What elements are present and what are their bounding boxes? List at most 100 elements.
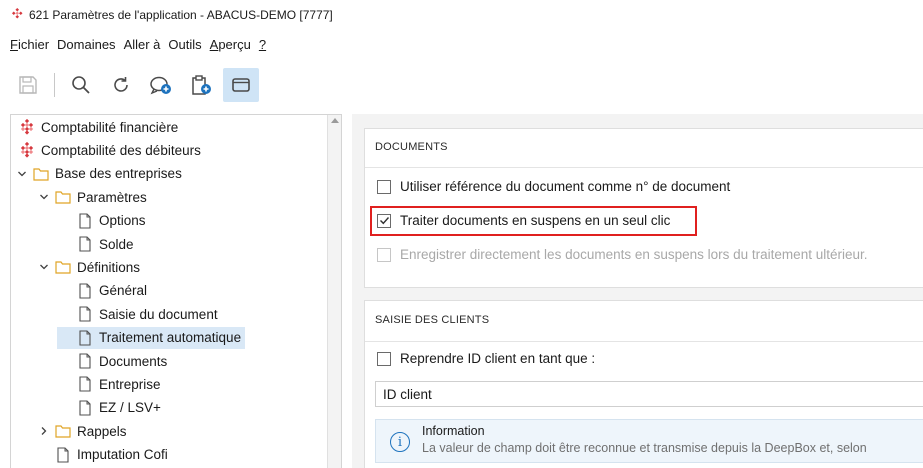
tree-item[interactable]: Solde bbox=[59, 233, 134, 255]
tree-item-label: Traitement automatique bbox=[99, 330, 242, 346]
menu-outils[interactable]: Outils bbox=[168, 37, 201, 52]
tree-item-label: Base des entreprises bbox=[55, 166, 182, 182]
folder-icon bbox=[33, 166, 49, 182]
save-button[interactable] bbox=[10, 68, 46, 102]
menu-help[interactable]: ? bbox=[259, 37, 266, 52]
window-button[interactable] bbox=[223, 68, 259, 102]
tree-item[interactable]: Comptabilité financière bbox=[15, 116, 178, 138]
option-label: Reprendre ID client en tant que : bbox=[400, 351, 596, 366]
tree-item-label: Imputation Cofi bbox=[77, 447, 168, 463]
chevron-down-icon[interactable] bbox=[37, 192, 51, 202]
document-icon bbox=[77, 376, 93, 392]
tree-item[interactable]: Saisie du document bbox=[59, 303, 218, 325]
tree-item[interactable]: Général bbox=[59, 280, 147, 302]
panel-divider bbox=[365, 341, 923, 342]
document-icon bbox=[77, 330, 93, 346]
abacus-diamond-icon bbox=[19, 119, 35, 135]
option-label: Utiliser référence du document comme n° … bbox=[400, 179, 731, 194]
document-icon bbox=[77, 353, 93, 369]
tree-item-label: Documents bbox=[99, 353, 168, 369]
option-take-client-id[interactable]: Reprendre ID client en tant que : bbox=[377, 351, 595, 366]
chevron-right-icon[interactable] bbox=[37, 426, 51, 436]
menu-apercu[interactable]: Aperçu bbox=[210, 37, 251, 52]
add-comment-button[interactable] bbox=[143, 68, 179, 102]
abacus-diamond-icon bbox=[11, 8, 23, 19]
tree-item[interactable]: Entreprise bbox=[59, 373, 161, 395]
tree-item-label: Saisie du document bbox=[99, 306, 218, 322]
checkbox-checked[interactable] bbox=[377, 213, 391, 228]
checkbox[interactable] bbox=[377, 351, 391, 366]
navigation-tree: Comptabilité financière Comptabilité des … bbox=[10, 114, 342, 468]
client-entry-panel-title: SAISIE DES CLIENTS bbox=[375, 314, 490, 326]
document-icon bbox=[77, 306, 93, 322]
add-clipboard-button[interactable] bbox=[183, 68, 219, 102]
option-label: Enregistrer directement les documents en… bbox=[400, 247, 868, 262]
client-id-field[interactable]: ID client bbox=[375, 381, 923, 407]
checkmark-icon bbox=[379, 217, 389, 225]
tree-item[interactable]: Base des entreprises bbox=[15, 163, 182, 185]
document-icon bbox=[77, 283, 93, 299]
tree-item-label: Rappels bbox=[77, 423, 127, 439]
menu-domaines[interactable]: Domaines bbox=[57, 37, 116, 52]
refresh-icon bbox=[114, 77, 128, 92]
tree-item[interactable]: Rappels bbox=[37, 420, 127, 442]
info-icon: i bbox=[390, 432, 410, 452]
option-save-pending-directly: Enregistrer directement les documents en… bbox=[377, 247, 867, 262]
tree-item[interactable]: Paramètres bbox=[37, 186, 147, 208]
document-icon bbox=[77, 213, 93, 229]
settings-pane: DOCUMENTS Utiliser référence du document… bbox=[352, 114, 923, 468]
folder-icon bbox=[55, 259, 71, 275]
scroll-up-arrow-icon[interactable] bbox=[331, 118, 339, 123]
information-title: Information bbox=[422, 424, 485, 438]
checkbox-disabled bbox=[377, 247, 391, 262]
panel-divider bbox=[365, 167, 923, 168]
option-use-document-reference[interactable]: Utiliser référence du document comme n° … bbox=[377, 179, 730, 194]
tree-item-label: Général bbox=[99, 283, 148, 299]
chevron-down-icon[interactable] bbox=[15, 169, 29, 179]
tree-item[interactable]: Options bbox=[59, 210, 146, 232]
toolbar-separator bbox=[54, 73, 55, 97]
window-title: 621 Paramètres de l'application - ABACUS… bbox=[29, 8, 333, 22]
chevron-down-icon[interactable] bbox=[37, 262, 51, 272]
abacus-diamond-icon bbox=[19, 142, 35, 159]
tree-item-label: Comptabilité financière bbox=[41, 119, 179, 135]
document-icon bbox=[77, 236, 93, 252]
tree-item-label: EZ / LSV+ bbox=[99, 400, 161, 416]
tree-item[interactable]: Documents bbox=[59, 350, 167, 372]
tree-item-label: Comptabilité des débiteurs bbox=[41, 142, 201, 158]
add-comment-icon bbox=[150, 76, 171, 95]
window-icon bbox=[232, 78, 250, 92]
refresh-button[interactable] bbox=[103, 68, 139, 102]
folder-icon bbox=[55, 423, 71, 439]
client-entry-panel: SAISIE DES CLIENTS Reprendre ID client e… bbox=[364, 300, 923, 468]
search-icon bbox=[72, 76, 90, 94]
tree-item-label: Paramètres bbox=[77, 189, 147, 205]
search-button[interactable] bbox=[63, 68, 99, 102]
tree-item-label: Entreprise bbox=[99, 376, 161, 392]
document-icon bbox=[77, 400, 93, 416]
toolbar bbox=[10, 66, 263, 104]
folder-icon bbox=[55, 189, 71, 205]
title-bar: 621 Paramètres de l'application - ABACUS… bbox=[0, 0, 923, 30]
menu-fichier[interactable]: Fichier bbox=[10, 37, 49, 52]
menu-bar: Fichier Domaines Aller à Outils Aperçu ? bbox=[0, 30, 923, 58]
option-process-pending-one-click[interactable]: Traiter documents en suspens en un seul … bbox=[377, 213, 670, 228]
save-icon bbox=[19, 76, 37, 94]
tree-item[interactable]: Imputation Cofi bbox=[37, 444, 168, 466]
option-label: Traiter documents en suspens en un seul … bbox=[400, 213, 671, 228]
add-clipboard-icon bbox=[192, 75, 211, 95]
client-id-field-value: ID client bbox=[383, 386, 432, 402]
tree-item-label: Solde bbox=[99, 236, 134, 252]
documents-panel: DOCUMENTS Utiliser référence du document… bbox=[364, 128, 923, 288]
tree-item[interactable]: Définitions bbox=[37, 256, 140, 278]
menu-aller-a[interactable]: Aller à bbox=[124, 37, 161, 52]
tree-item[interactable]: Traitement automatique bbox=[57, 326, 246, 349]
tree-item-label: Définitions bbox=[77, 259, 141, 275]
tree-scrollbar[interactable] bbox=[327, 115, 341, 468]
tree-item[interactable]: EZ / LSV+ bbox=[59, 397, 161, 419]
checkbox[interactable] bbox=[377, 179, 391, 194]
information-text: La valeur de champ doit être reconnue et… bbox=[422, 441, 867, 455]
information-box: i Information La valeur de champ doit êt… bbox=[375, 419, 923, 463]
tree-item[interactable]: Comptabilité des débiteurs bbox=[15, 139, 201, 161]
documents-panel-title: DOCUMENTS bbox=[375, 141, 448, 153]
